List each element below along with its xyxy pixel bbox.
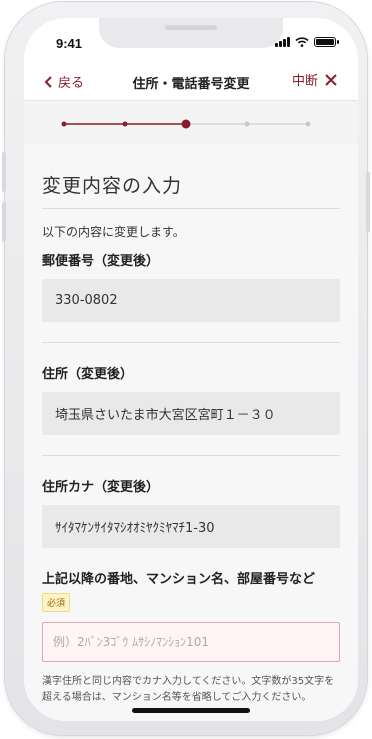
stepper-dot-3	[181, 119, 191, 129]
address-value: 埼玉県さいたま市大宮区宮町１－３０	[42, 392, 340, 435]
help-text: 漢字住所と同じ内容でカナ入力してください。文字数が35文字を超える場合は、マンシ…	[42, 676, 335, 703]
intro-text: 以下の内容に変更します。	[42, 225, 185, 239]
address-kana-value: ｻｲﾀﾏｹﾝｻｲﾀﾏｼｵｵﾐﾔｸﾐﾔﾏﾁ1-30	[42, 505, 340, 548]
postal-code-value: 330-0802	[42, 279, 340, 322]
volume-down-button	[2, 202, 6, 242]
phone-frame: 9:41 戻る 住所・電話番号変更 中断 変更内容の入力 以下の内容に変更します…	[2, 2, 370, 735]
close-icon	[325, 73, 337, 86]
progress-stepper	[24, 100, 358, 145]
postal-code-label: 郵便番号（変更後）	[42, 254, 160, 269]
title-divider	[42, 208, 340, 209]
phone-screen: 9:41 戻る 住所・電話番号変更 中断 変更内容の入力 以下の内容に変更します…	[24, 18, 358, 721]
abort-label: 中断	[291, 74, 318, 89]
stepper-graphic	[61, 119, 311, 129]
navigation-bar: 戻る 住所・電話番号変更 中断	[24, 62, 358, 100]
signal-icon	[275, 37, 290, 47]
home-indicator	[132, 708, 250, 713]
speaker	[165, 25, 217, 30]
section-divider	[42, 455, 340, 456]
volume-up-button	[2, 152, 6, 192]
status-bar: 9:41	[24, 18, 358, 62]
address-label: 住所（変更後）	[42, 367, 134, 382]
required-badge: 必須	[42, 593, 71, 612]
battery-icon	[314, 37, 339, 47]
stepper-dot-5	[305, 121, 311, 127]
stepper-dot-2	[122, 121, 128, 127]
building-label: 上記以降の番地、マンション名、部屋番号など	[42, 572, 316, 587]
power-button	[366, 172, 370, 232]
form-content: 変更内容の入力 以下の内容に変更します。 郵便番号（変更後） 330-0802 …	[24, 145, 358, 721]
wifi-icon	[295, 37, 309, 47]
stepper-dot-1	[61, 121, 67, 127]
page-title: 変更内容の入力	[42, 175, 183, 197]
status-icons	[275, 37, 339, 47]
status-time: 9:41	[56, 36, 83, 51]
stepper-dot-4	[244, 121, 250, 127]
notch	[99, 18, 283, 48]
section-divider	[42, 342, 340, 343]
building-input[interactable]	[42, 622, 340, 662]
abort-button[interactable]: 中断	[292, 70, 338, 89]
address-kana-label: 住所カナ（変更後）	[42, 480, 160, 495]
